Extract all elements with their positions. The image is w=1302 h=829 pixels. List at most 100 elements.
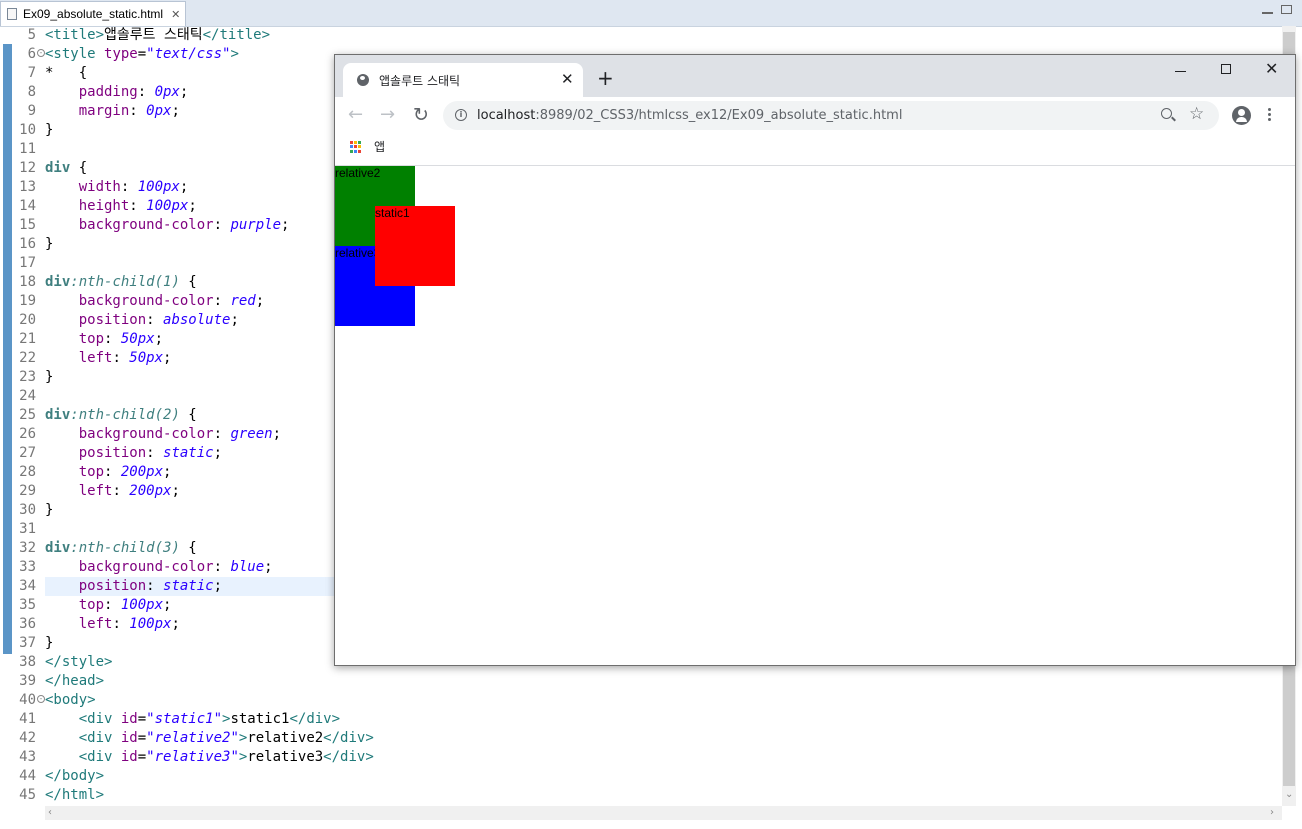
code-line: div:nth-child(2) { [45,407,197,423]
line-number: 20 [19,312,36,328]
browser-tab[interactable]: 앱솔루트 스태틱 ✕ [343,63,583,97]
line-number: 21 [19,331,36,347]
static1-box: static1 [375,206,455,286]
code-line: <div id="relative3">relative3</div> [45,749,374,765]
browser-tab-strip: 앱솔루트 스태틱 ✕ + ✕ [335,55,1295,97]
code-line: left: 100px; [45,616,180,632]
close-tab-button[interactable]: ✕ [561,70,574,88]
line-number: 31 [19,521,36,537]
code-line: } [45,122,54,138]
code-line: position: absolute; [45,312,239,328]
editor-tab-bar: Ex09_absolute_static.html ✕ [0,0,1302,27]
code-line: </body> [45,768,105,784]
code-line: } [45,502,54,518]
line-number: 15 [19,217,36,233]
horizontal-scrollbar[interactable] [45,806,1282,820]
line-number: 45 [19,787,36,803]
zoom-icon[interactable] [1161,108,1172,119]
scroll-left-arrow-icon[interactable]: ‹ [48,807,52,818]
line-number: 42 [19,730,36,746]
apps-bookmark-label[interactable]: 앱 [374,138,385,155]
new-tab-button[interactable]: + [597,68,614,88]
maximize-icon[interactable] [1281,5,1292,14]
line-number: 6 [27,46,36,62]
code-line: background-color: purple; [45,217,290,233]
line-number: 34 [19,578,36,594]
fold-toggle-icon[interactable]: - [37,695,45,703]
bookmark-star-icon[interactable]: ☆ [1189,104,1204,124]
scroll-right-arrow-icon[interactable]: › [1270,807,1274,818]
bookmarks-bar: 앱 [335,135,1295,166]
line-number: 27 [19,445,36,461]
code-line: } [45,369,54,385]
line-number: 22 [19,350,36,366]
code-line: width: 100px; [45,179,189,195]
line-number: 44 [19,768,36,784]
reload-icon[interactable]: ↻ [413,105,429,125]
page-viewport: relative2 relative3 static1 [335,166,1295,665]
browser-window: 앱솔루트 스태틱 ✕ + ✕ ← → ↻ i localhost:8989/02… [334,54,1296,666]
back-arrow-icon[interactable]: ← [348,105,363,125]
line-number: 40 [19,692,36,708]
account-icon[interactable] [1232,106,1251,125]
line-number: 32 [19,540,36,556]
scroll-down-arrow-icon[interactable]: ⌄ [1285,789,1293,800]
browser-maximize-button[interactable] [1221,64,1231,74]
code-line: div { [45,160,88,176]
line-number: 18 [19,274,36,290]
line-number: 13 [19,179,36,195]
line-number: 37 [19,635,36,651]
editor-tab-label: Ex09_absolute_static.html [23,7,164,21]
code-line: * { [45,65,88,81]
change-ruler [3,44,12,654]
code-line: <title>앱솔루트 스태틱</title> [45,27,271,43]
line-number: 28 [19,464,36,480]
line-number: 25 [19,407,36,423]
code-line: </html> [45,787,105,803]
line-number: 14 [19,198,36,214]
minimize-icon[interactable] [1262,5,1273,14]
line-number: 39 [19,673,36,689]
line-number: 29 [19,483,36,499]
code-line: div:nth-child(3) { [45,540,197,556]
menu-dots-icon[interactable] [1268,108,1271,123]
line-number: 8 [27,84,36,100]
code-line: position: static; [45,578,223,594]
code-line: <style type="text/css"> [45,46,239,62]
html-file-icon [7,8,17,20]
fold-toggle-icon[interactable]: - [37,49,45,57]
code-line: <body> [45,692,96,708]
line-number: 35 [19,597,36,613]
code-line: <div id="relative2">relative2</div> [45,730,374,746]
code-line: top: 200px; [45,464,172,480]
browser-minimize-button[interactable] [1175,59,1186,72]
line-number: 16 [19,236,36,252]
code-line: left: 50px; [45,350,172,366]
line-number: 43 [19,749,36,765]
code-line: background-color: blue; [45,559,273,575]
line-number: 36 [19,616,36,632]
line-number: 33 [19,559,36,575]
code-line: top: 100px; [45,597,172,613]
line-number: 23 [19,369,36,385]
apps-grid-icon[interactable] [350,141,362,153]
code-line: <div id="static1">static1</div> [45,711,341,727]
browser-close-button[interactable]: ✕ [1265,59,1278,78]
forward-arrow-icon[interactable]: → [380,105,395,125]
code-line: </style> [45,654,113,670]
code-line: height: 100px; [45,198,197,214]
code-line: top: 50px; [45,331,164,347]
editor-window-controls [1262,5,1292,14]
editor-tab[interactable]: Ex09_absolute_static.html ✕ [0,1,186,26]
line-number: 5 [27,27,36,43]
line-number: 30 [19,502,36,518]
line-number: 7 [27,65,36,81]
url-text[interactable]: localhost:8989/02_CSS3/htmlcss_ex12/Ex09… [477,108,902,123]
code-line: } [45,236,54,252]
close-tab-icon[interactable]: ✕ [171,8,180,21]
code-line: position: static; [45,445,223,461]
code-line: margin: 0px; [45,103,180,119]
address-bar[interactable]: i localhost:8989/02_CSS3/htmlcss_ex12/Ex… [443,101,1219,130]
code-line: </head> [45,673,105,689]
site-info-icon[interactable]: i [455,109,467,121]
